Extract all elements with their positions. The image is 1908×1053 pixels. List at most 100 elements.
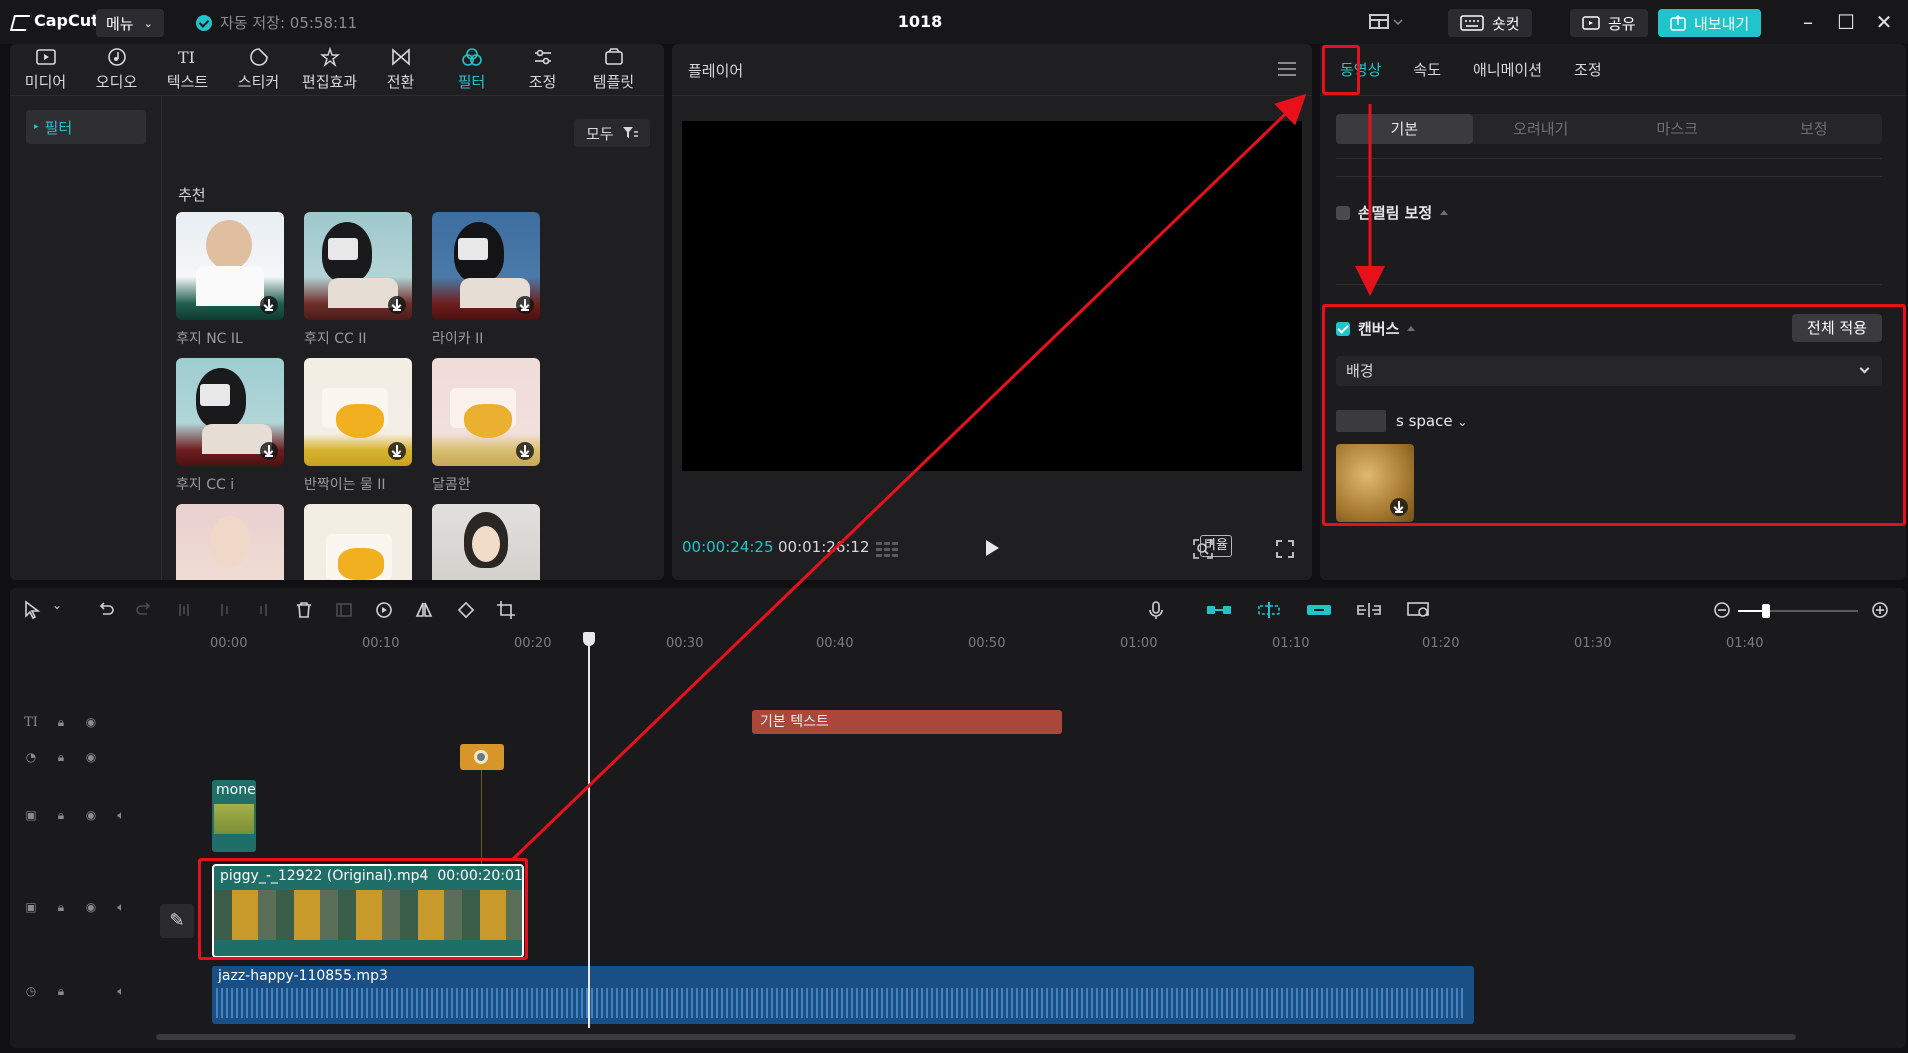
split-left-icon[interactable]: [214, 600, 234, 620]
sticker-clip[interactable]: [460, 744, 504, 770]
thumbnail-view-icon[interactable]: [1406, 600, 1432, 620]
subtab-cutout[interactable]: 오려내기: [1473, 114, 1610, 144]
preview-axis-icon[interactable]: [1356, 600, 1382, 620]
video-track-icon: ▣: [25, 900, 37, 914]
close-icon[interactable]: ✕: [1872, 10, 1896, 34]
select-cursor-icon[interactable]: [22, 600, 42, 620]
freeze-frame-icon[interactable]: [334, 600, 354, 620]
stabilize-checkbox[interactable]: [1336, 205, 1350, 220]
eye-icon[interactable]: ◉: [84, 715, 98, 729]
tool-adjust[interactable]: 조정: [507, 44, 578, 95]
rotate-icon[interactable]: [456, 600, 476, 620]
preview-screen[interactable]: [682, 121, 1302, 471]
tool-audio[interactable]: 오디오: [81, 44, 152, 95]
tool-media[interactable]: 미디어: [10, 44, 81, 95]
redo-icon[interactable]: [134, 600, 154, 620]
subtab-mask[interactable]: 마스크: [1609, 114, 1746, 144]
aspect-ratio-button[interactable]: 비율: [1200, 535, 1232, 557]
subtab-correction[interactable]: 보정: [1746, 114, 1883, 144]
zoom-in-icon[interactable]: [1870, 600, 1890, 620]
lock-icon[interactable]: 🔒︎: [54, 750, 68, 764]
hamburger-menu-icon[interactable]: [1278, 62, 1296, 76]
text-clip[interactable]: 기본 텍스트: [752, 710, 1062, 734]
lock-icon[interactable]: 🔒︎: [54, 808, 68, 822]
play-circle-icon[interactable]: [374, 600, 394, 620]
filter-item[interactable]: 후지 NC IL: [176, 212, 284, 348]
shortcut-button[interactable]: 숏컷: [1448, 9, 1532, 37]
filter-item[interactable]: 후지 CC i: [176, 358, 284, 494]
filter-item[interactable]: [176, 504, 284, 580]
audio-clip[interactable]: jazz-happy-110855.mp3: [212, 966, 1474, 1024]
share-button[interactable]: 공유: [1570, 9, 1648, 37]
download-icon[interactable]: [260, 296, 278, 314]
lock-icon[interactable]: 🔒︎: [54, 715, 68, 729]
auto-snap-icon[interactable]: [1256, 600, 1282, 620]
subtab-basic[interactable]: 기본: [1336, 114, 1473, 144]
zoom-out-icon[interactable]: [1712, 600, 1732, 620]
download-icon[interactable]: [516, 442, 534, 460]
filter-item[interactable]: 후지 CC II: [304, 212, 412, 348]
delete-icon[interactable]: [294, 600, 314, 620]
time-ruler[interactable]: 00:00 00:10 00:20 00:30 00:40 00:50 01:0…: [10, 632, 1763, 658]
linkage-icon[interactable]: [1306, 600, 1332, 620]
minimize-icon[interactable]: –: [1796, 10, 1820, 34]
fullscreen-icon[interactable]: [1276, 540, 1294, 558]
filter-thumbnail: [176, 504, 284, 580]
undo-icon[interactable]: [96, 600, 116, 620]
lock-icon[interactable]: 🔒︎: [54, 900, 68, 914]
split-right-icon[interactable]: [254, 600, 274, 620]
keyboard-icon: [1460, 15, 1484, 31]
speaker-icon[interactable]: 🔈︎: [114, 900, 128, 914]
sticker-link-line: [481, 770, 482, 866]
edit-cover-button[interactable]: ✎: [160, 904, 194, 938]
filter-item[interactable]: 라이카 II: [432, 212, 540, 348]
eye-icon[interactable]: ◉: [84, 900, 98, 914]
export-button[interactable]: 내보내기: [1658, 9, 1762, 37]
stabilize-select[interactable]: [1416, 240, 1882, 262]
play-icon[interactable]: [986, 540, 999, 556]
tab-animation[interactable]: 애니메이션: [1457, 59, 1558, 80]
playhead-handle[interactable]: [583, 632, 595, 646]
zoom-slider-handle[interactable]: [1762, 604, 1770, 618]
download-icon[interactable]: [388, 296, 406, 314]
filter-item[interactable]: 달콤한: [432, 358, 540, 494]
lock-icon[interactable]: 🔒︎: [54, 984, 68, 998]
overlay-clip[interactable]: mone: [212, 780, 256, 852]
tool-text[interactable]: TI 텍스트: [152, 44, 223, 95]
download-icon[interactable]: [388, 442, 406, 460]
maximize-icon[interactable]: ☐: [1834, 10, 1858, 34]
stabilize-option[interactable]: 손떨림 보정: [1336, 202, 1449, 223]
tool-effects[interactable]: 편집효과: [294, 44, 365, 95]
speaker-icon[interactable]: 🔈︎: [114, 808, 128, 822]
download-icon[interactable]: [516, 296, 534, 314]
tab-speed[interactable]: 속도: [1397, 59, 1457, 80]
filter-name: 반짝이는 물 II: [304, 477, 386, 493]
download-icon[interactable]: [260, 442, 278, 460]
main-track-magnet-icon[interactable]: [1206, 600, 1232, 620]
crop-icon[interactable]: [496, 600, 516, 620]
mirror-icon[interactable]: [414, 600, 434, 620]
speaker-icon[interactable]: 🔈︎: [114, 984, 128, 998]
tool-filter[interactable]: 필터: [436, 44, 507, 95]
playhead-line[interactable]: [588, 632, 590, 1028]
timecode-grid-icon[interactable]: [876, 540, 902, 558]
split-icon[interactable]: [174, 600, 194, 620]
filter-item[interactable]: [432, 504, 540, 580]
tool-transition[interactable]: 전환: [365, 44, 436, 95]
chevron-down-icon[interactable]: ⌄: [52, 598, 62, 612]
eye-icon[interactable]: ◉: [84, 750, 98, 764]
filter-item[interactable]: 반짝이는 물 II: [304, 358, 412, 494]
filter-item[interactable]: [304, 504, 412, 580]
menu-button[interactable]: 메뉴 ⌄: [96, 9, 164, 37]
microphone-icon[interactable]: [1146, 600, 1166, 620]
category-filter[interactable]: ▸ 필터: [26, 110, 146, 144]
tab-adjust[interactable]: 조정: [1558, 59, 1618, 80]
player-title: 플레이어: [688, 62, 744, 80]
eye-icon[interactable]: ◉: [84, 808, 98, 822]
filter-all-button[interactable]: 모두: [574, 119, 650, 147]
tool-sticker[interactable]: 스티커: [223, 44, 294, 95]
ruler-label: 01:40: [1726, 636, 1764, 651]
tool-template[interactable]: 템플릿: [578, 44, 649, 95]
horizontal-scrollbar[interactable]: [156, 1034, 1796, 1040]
layout-icon[interactable]: [1368, 12, 1408, 32]
